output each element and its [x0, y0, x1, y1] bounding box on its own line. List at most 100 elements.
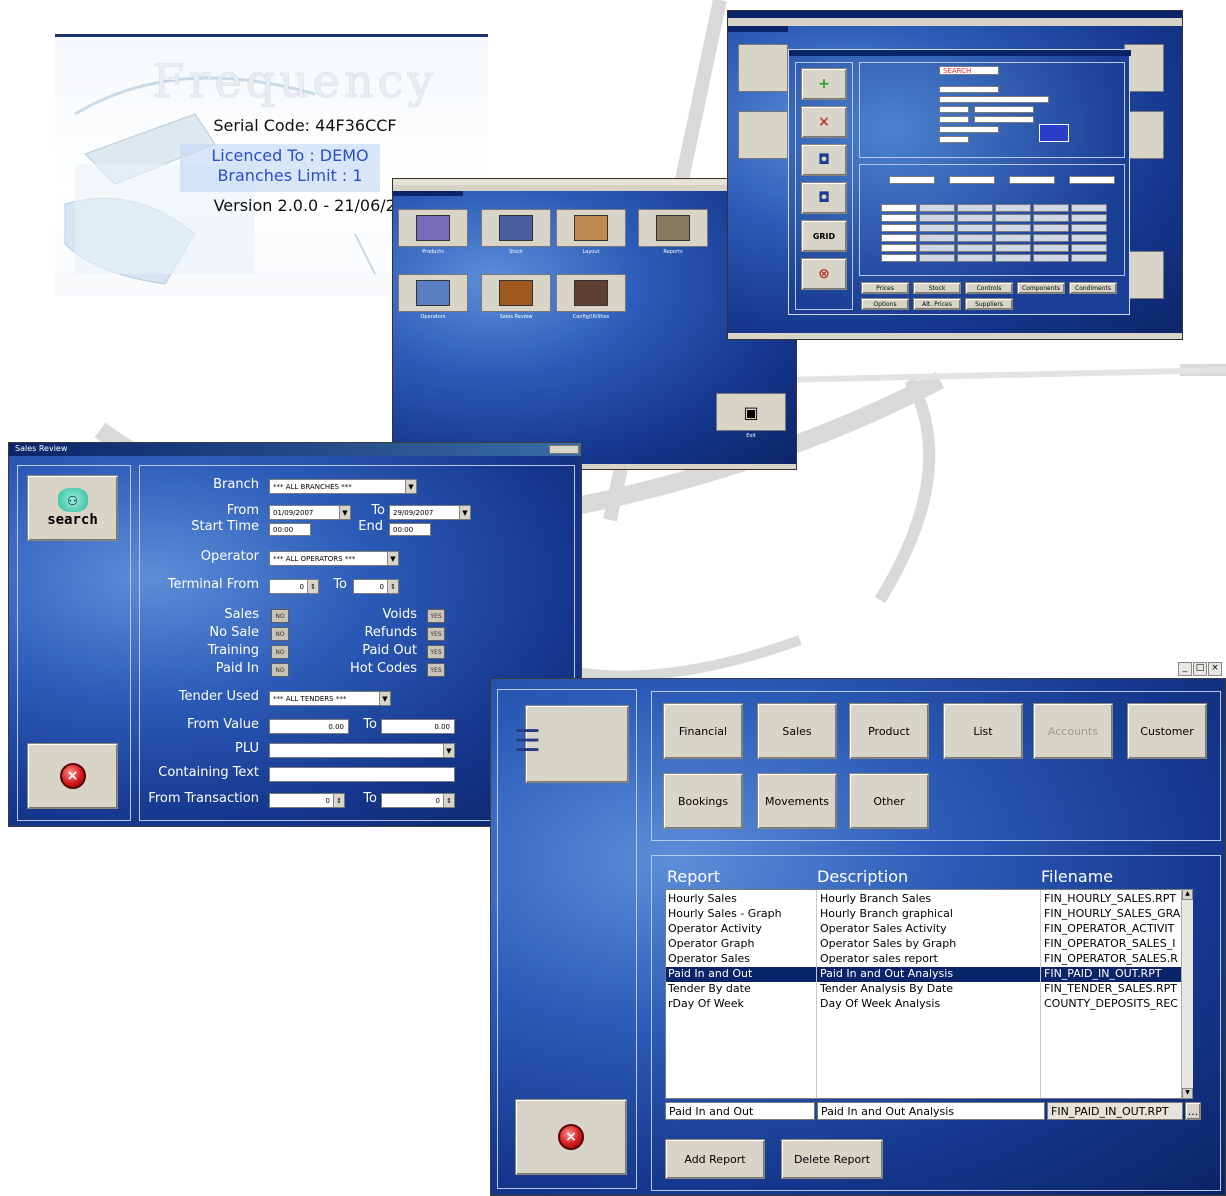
product-tab-button[interactable]: Options	[861, 298, 909, 310]
price-grid-cell[interactable]	[881, 224, 917, 232]
report-list[interactable]: Hourly Sales Hourly Branch Sales FIN_HOURL…	[665, 889, 1193, 1099]
price-grid-cell[interactable]	[919, 234, 955, 242]
price-grid-cell[interactable]	[919, 214, 955, 222]
flag-toggle[interactable]: YES	[427, 609, 445, 623]
reports-close-button[interactable]: ×	[515, 1099, 627, 1175]
menu-tile-layout[interactable]	[556, 209, 626, 247]
price-header-field[interactable]	[889, 176, 935, 184]
product-side-button[interactable]: ⊗	[801, 258, 847, 290]
flag-toggle[interactable]: NO	[271, 663, 289, 677]
product-side-button[interactable]: ◘	[801, 144, 847, 176]
price-grid-cell[interactable]	[881, 204, 917, 212]
tender-used-select[interactable]: *** ALL TENDERS *** ▼	[269, 691, 391, 706]
price-grid-cell[interactable]	[995, 224, 1031, 232]
category-financial-button[interactable]: Financial	[663, 703, 743, 759]
product-supplier-field[interactable]	[939, 116, 969, 123]
menu-tile-sales-review[interactable]	[481, 274, 551, 312]
price-grid-cell[interactable]	[919, 254, 955, 262]
menu-tile-operators[interactable]	[398, 274, 468, 312]
price-grid-cell[interactable]	[995, 214, 1031, 222]
branch-select[interactable]: *** ALL BRANCHES *** ▼	[269, 479, 417, 494]
from-value-field[interactable]: 0.00	[269, 719, 349, 734]
menu-tile-config-utilities[interactable]	[556, 274, 626, 312]
product-tab-button[interactable]: Condiments	[1069, 282, 1117, 294]
terminal-from-field[interactable]: 0 ⇕	[269, 579, 319, 594]
price-grid-cell[interactable]	[957, 234, 993, 242]
table-row[interactable]: Operator Graph Operator Sales by Graph FIN…	[666, 937, 1192, 952]
price-grid-cell[interactable]	[1033, 244, 1069, 252]
price-grid-cell[interactable]	[957, 214, 993, 222]
plu-select[interactable]: ▼	[269, 743, 455, 758]
product-side-button[interactable]: GRID	[801, 220, 847, 252]
category-bookings-button[interactable]: Bookings	[663, 773, 743, 829]
flag-toggle[interactable]: NO	[271, 627, 289, 641]
product-tab-button[interactable]: Prices	[861, 282, 909, 294]
minimize-button[interactable]: _	[1178, 662, 1192, 676]
containing-text-field[interactable]	[269, 767, 455, 782]
price-grid-cell[interactable]	[881, 244, 917, 252]
sales-review-window-controls[interactable]	[549, 445, 579, 454]
product-tab-button[interactable]: Controls	[965, 282, 1013, 294]
price-grid-cell[interactable]	[957, 254, 993, 262]
flag-toggle[interactable]: YES	[427, 663, 445, 677]
start-time-field[interactable]: 00:00	[269, 523, 311, 536]
category-accounts-button[interactable]: Accounts	[1033, 703, 1113, 759]
category-list-button[interactable]: List	[943, 703, 1023, 759]
menu-tile-products[interactable]	[398, 209, 468, 247]
sales-review-close-button[interactable]: ×	[27, 743, 118, 809]
from-date-field[interactable]: 01/09/2007 ▼	[269, 505, 351, 520]
price-grid-cell[interactable]	[995, 254, 1031, 262]
close-window-button[interactable]: ×	[1208, 662, 1222, 676]
price-grid-cell[interactable]	[919, 204, 955, 212]
price-grid-cell[interactable]	[919, 244, 955, 252]
report-list-scrollbar[interactable]: ▲ ▼	[1181, 889, 1193, 1099]
product-tab-button[interactable]: Components	[1017, 282, 1065, 294]
price-grid-cell[interactable]	[995, 204, 1031, 212]
scroll-down-icon[interactable]: ▼	[1182, 1088, 1193, 1099]
terminal-to-field[interactable]: 0 ⇕	[353, 579, 399, 594]
spinner-icon[interactable]: ⇕	[307, 580, 318, 593]
category-other-button[interactable]: Other	[849, 773, 929, 829]
maximize-button[interactable]: □	[1193, 662, 1207, 676]
to-value-field[interactable]: 0.00	[381, 719, 455, 734]
table-row[interactable]: Operator Sales Operator sales report FIN_O…	[666, 952, 1192, 967]
price-grid-cell[interactable]	[881, 214, 917, 222]
price-grid-cell[interactable]	[1071, 214, 1107, 222]
price-grid-cell[interactable]	[1071, 234, 1107, 242]
end-time-field[interactable]: 00:00	[389, 523, 431, 536]
price-grid-cell[interactable]	[1071, 204, 1107, 212]
spinner-icon[interactable]: ⇕	[333, 794, 344, 807]
category-customer-button[interactable]: Customer	[1127, 703, 1207, 759]
product-supplier-ref-field[interactable]	[939, 126, 999, 133]
menu-tile-stock[interactable]	[481, 209, 551, 247]
price-grid-cell[interactable]	[1071, 254, 1107, 262]
to-date-field[interactable]: 29/09/2007 ▼	[389, 505, 471, 520]
table-row[interactable]: Operator Activity Operator Sales Activity…	[666, 922, 1192, 937]
price-grid-cell[interactable]	[1033, 214, 1069, 222]
category-sales-button[interactable]: Sales	[757, 703, 837, 759]
price-grid-cell[interactable]	[1033, 234, 1069, 242]
table-row[interactable]: Hourly Sales Hourly Branch Sales FIN_HOURL…	[666, 892, 1192, 907]
price-grid-cell[interactable]	[995, 244, 1031, 252]
add-report-button[interactable]: Add Report	[665, 1139, 765, 1179]
category-movements-button[interactable]: Movements	[757, 773, 837, 829]
price-grid-cell[interactable]	[1071, 224, 1107, 232]
product-side-button[interactable]: ×	[801, 106, 847, 138]
edit-filename-field[interactable]: FIN_PAID_IN_OUT.RPT	[1047, 1102, 1183, 1120]
product-tab-button[interactable]: Alt. Prices	[913, 298, 961, 310]
price-header-field[interactable]	[949, 176, 995, 184]
category-product-button[interactable]: Product	[849, 703, 929, 759]
price-grid-cell[interactable]	[1033, 224, 1069, 232]
from-transaction-field[interactable]: 0 ⇕	[269, 793, 345, 808]
flag-toggle[interactable]: YES	[427, 645, 445, 659]
exit-tile[interactable]: ▣	[716, 393, 786, 431]
price-grid-cell[interactable]	[1033, 254, 1069, 262]
product-side-button[interactable]: +	[801, 68, 847, 100]
flag-toggle[interactable]: NO	[271, 645, 289, 659]
flag-toggle[interactable]: NO	[271, 609, 289, 623]
delete-report-button[interactable]: Delete Report	[781, 1139, 883, 1179]
edit-description-field[interactable]: Paid In and Out Analysis	[817, 1102, 1045, 1120]
product-plu-field[interactable]	[939, 86, 999, 93]
price-grid-cell[interactable]	[1033, 204, 1069, 212]
price-grid-cell[interactable]	[957, 244, 993, 252]
